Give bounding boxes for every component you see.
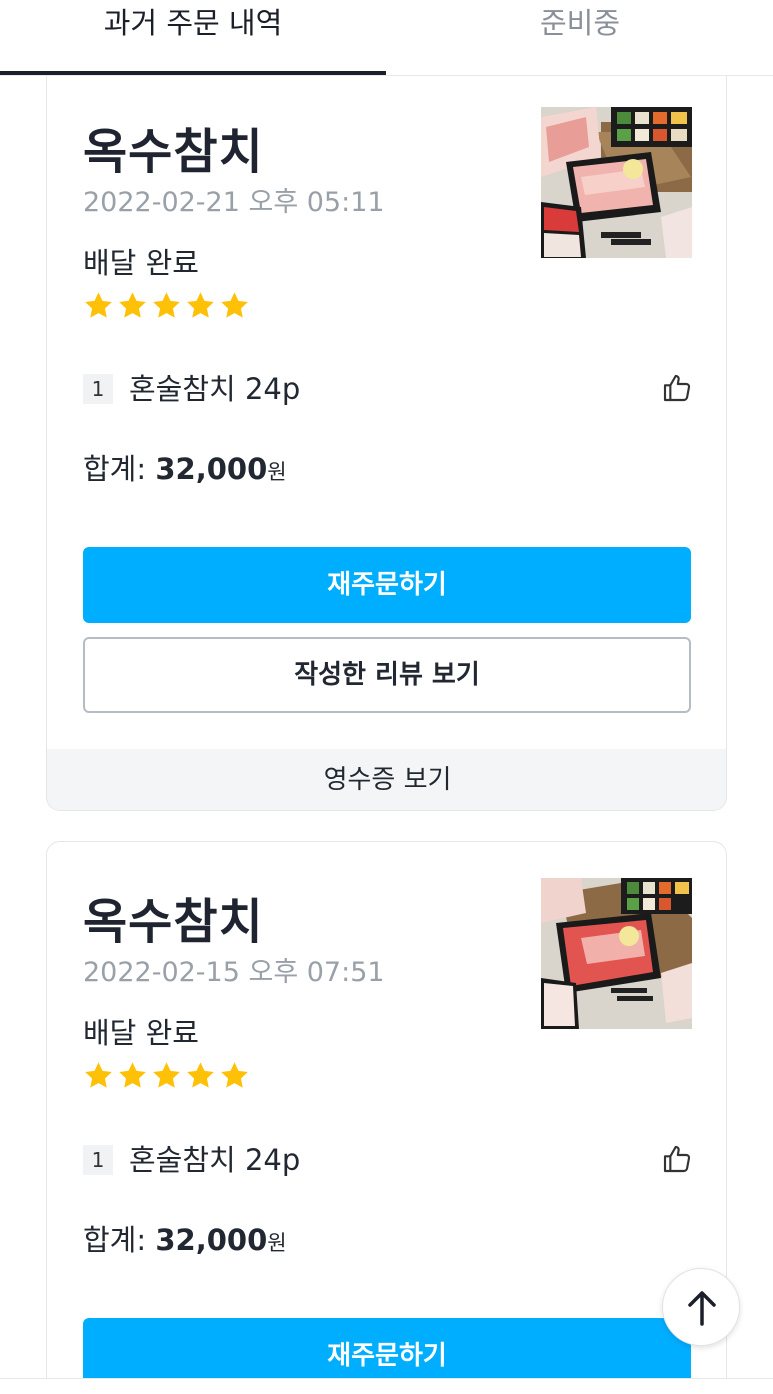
view-review-button[interactable]: 작성한 리뷰 보기 bbox=[83, 637, 691, 713]
order-card: 옥수참치 2022-02-21 오후 05:11 배달 완료 1 혼술참치 24… bbox=[46, 72, 727, 811]
store-name[interactable]: 옥수참치 bbox=[83, 882, 264, 952]
view-receipt-button[interactable]: 영수증 보기 bbox=[47, 749, 726, 810]
total-amount: 32,000 bbox=[155, 1223, 268, 1257]
item-quantity: 1 bbox=[83, 1145, 113, 1175]
tab-preparing[interactable]: 준비중 bbox=[387, 0, 773, 76]
tab-past-orders[interactable]: 과거 주문 내역 bbox=[0, 0, 386, 76]
thumbs-up-icon[interactable] bbox=[661, 372, 693, 404]
total-label: 합계: bbox=[83, 452, 156, 486]
item-quantity: 1 bbox=[83, 374, 113, 404]
sashimi-platter-image[interactable] bbox=[541, 107, 692, 258]
total-unit: 원 bbox=[267, 460, 287, 484]
reorder-button[interactable]: 재주문하기 bbox=[83, 547, 691, 623]
star-icon bbox=[85, 292, 112, 318]
star-icon bbox=[221, 1062, 248, 1088]
arrow-up-icon bbox=[688, 1291, 716, 1326]
order-card: 옥수참치 2022-02-15 오후 07:51 배달 완료 1 혼술참치 24… bbox=[46, 841, 727, 1394]
order-item-row: 1 혼술참치 24p bbox=[83, 1141, 693, 1181]
star-icon bbox=[153, 292, 180, 318]
active-tab-indicator bbox=[0, 71, 386, 75]
item-name: 혼술참치 24p bbox=[129, 1143, 301, 1177]
total-amount: 32,000 bbox=[155, 452, 268, 486]
rating-stars bbox=[83, 1060, 250, 1094]
rating-stars bbox=[83, 290, 250, 324]
star-icon bbox=[119, 1062, 146, 1088]
sashimi-platter-image[interactable] bbox=[541, 878, 692, 1029]
order-item-row: 1 혼술참치 24p bbox=[83, 370, 693, 410]
order-date: 2022-02-15 오후 07:51 bbox=[83, 957, 385, 988]
star-icon bbox=[187, 1062, 214, 1088]
item-name: 혼술참치 24p bbox=[129, 372, 301, 406]
order-date: 2022-02-21 오후 05:11 bbox=[83, 187, 385, 218]
star-icon bbox=[119, 292, 146, 318]
order-total: 합계: 32,000원 bbox=[83, 446, 287, 488]
order-total: 합계: 32,000원 bbox=[83, 1217, 287, 1259]
tab-bar: 과거 주문 내역 준비중 bbox=[0, 0, 773, 76]
bottom-edge bbox=[0, 1378, 773, 1394]
star-icon bbox=[187, 292, 214, 318]
star-icon bbox=[153, 1062, 180, 1088]
scroll-to-top-button[interactable] bbox=[662, 1268, 740, 1346]
thumbs-up-icon[interactable] bbox=[661, 1143, 693, 1175]
store-name[interactable]: 옥수참치 bbox=[83, 112, 264, 182]
total-unit: 원 bbox=[267, 1231, 287, 1255]
star-icon bbox=[85, 1062, 112, 1088]
order-status: 배달 완료 bbox=[83, 246, 199, 280]
star-icon bbox=[221, 292, 248, 318]
order-status: 배달 완료 bbox=[83, 1016, 199, 1050]
order-history-screen: 과거 주문 내역 준비중 옥수참치 2022-02-21 오후 05:11 배달… bbox=[0, 0, 773, 1394]
total-label: 합계: bbox=[83, 1223, 156, 1257]
